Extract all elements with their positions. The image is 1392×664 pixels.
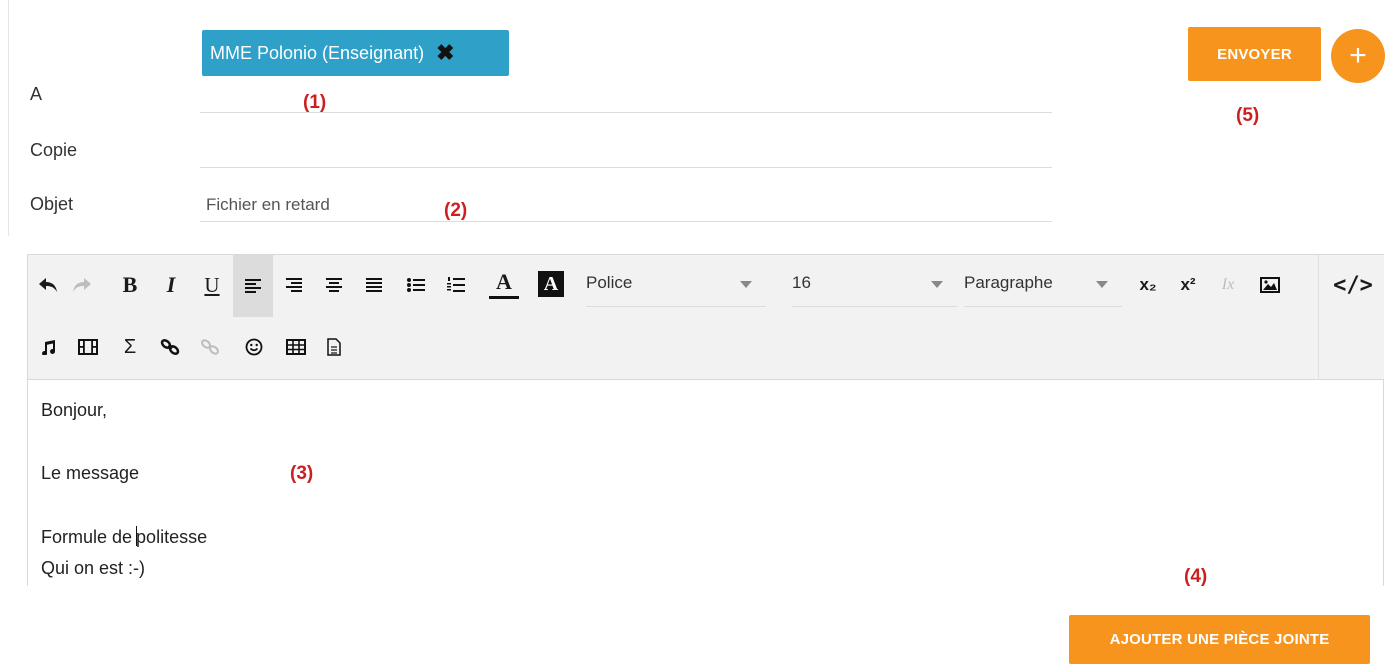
align-right-button[interactable]	[278, 267, 310, 303]
subscript-button[interactable]: x₂	[1132, 267, 1164, 303]
undo-button[interactable]	[32, 267, 64, 303]
annotation-3: (3)	[290, 463, 314, 484]
numbered-list-icon	[447, 277, 465, 292]
insert-formula-button[interactable]: Σ	[114, 329, 146, 365]
film-icon	[78, 339, 98, 355]
source-code-button[interactable]: </>	[1329, 267, 1377, 303]
music-icon	[42, 340, 56, 355]
align-justify-button[interactable]	[358, 267, 390, 303]
text-color-button[interactable]: A	[486, 265, 522, 305]
image-icon	[1260, 277, 1280, 293]
undo-icon	[39, 278, 57, 292]
align-right-icon	[286, 278, 302, 292]
bullet-list-icon	[407, 278, 425, 292]
align-center-icon	[326, 278, 342, 292]
remove-format-button[interactable]: Ix	[1212, 267, 1244, 303]
unlink-button[interactable]	[194, 329, 226, 365]
to-field[interactable]	[200, 112, 1052, 113]
insert-link-button[interactable]	[154, 329, 186, 365]
body-line-signature[interactable]: Qui on est :-)	[41, 558, 145, 579]
toolbar-divider	[28, 379, 1384, 380]
redo-icon	[73, 278, 91, 292]
body-line-closing[interactable]: Formule de politesse	[41, 526, 207, 548]
format-select-value: Paragraphe	[964, 272, 1053, 292]
italic-button[interactable]: I	[156, 267, 186, 303]
bullet-list-button[interactable]	[400, 267, 432, 303]
subject-label: Objet	[30, 194, 74, 214]
bold-button[interactable]: B	[114, 267, 146, 303]
send-button[interactable]: ENVOYER	[1188, 27, 1321, 81]
closing-text-start: Formule de	[41, 527, 138, 547]
insert-video-button[interactable]	[72, 329, 104, 365]
numbered-list-button[interactable]	[440, 267, 472, 303]
insert-image-button[interactable]	[1254, 267, 1286, 303]
recipient-chip-text: MME Polonio (Enseignant)	[210, 42, 425, 63]
link-icon	[160, 339, 180, 355]
chevron-down-icon	[1096, 281, 1108, 288]
align-justify-icon	[366, 278, 382, 292]
insert-emoji-button[interactable]	[238, 329, 270, 365]
font-size-select[interactable]: 16	[792, 259, 957, 307]
align-left-icon	[245, 279, 261, 293]
header-divider	[8, 0, 9, 236]
cc-label: Copie	[30, 140, 78, 160]
chevron-down-icon	[931, 281, 943, 288]
font-size-value: 16	[792, 272, 811, 292]
document-icon	[327, 338, 341, 356]
background-color-button[interactable]: A	[538, 271, 564, 297]
chevron-down-icon	[740, 281, 752, 288]
font-select-value: Police	[586, 272, 633, 292]
editor-toolbar: B I U A A Police 16 Paragraphe x₂ x² Ix	[28, 255, 1318, 379]
align-left-button[interactable]	[233, 255, 273, 317]
smiley-icon	[245, 338, 263, 356]
text-color-swatch	[489, 296, 519, 299]
insert-table-button[interactable]	[280, 329, 312, 365]
toolbar-source-area: </>	[1318, 255, 1384, 379]
recipient-chip[interactable]: MME Polonio (Enseignant) ✖	[202, 30, 509, 76]
add-attachment-button[interactable]: AJOUTER UNE PIÈCE JOINTE	[1069, 615, 1370, 664]
text-color-letter: A	[496, 269, 512, 294]
annotation-2: (2)	[444, 200, 468, 221]
subject-input[interactable]: Fichier en retard	[206, 195, 330, 215]
table-icon	[286, 339, 306, 355]
font-select[interactable]: Police	[586, 259, 766, 307]
annotation-4: (4)	[1184, 566, 1208, 587]
body-line-message[interactable]: Le message	[41, 463, 139, 484]
superscript-button[interactable]: x²	[1172, 267, 1204, 303]
format-select[interactable]: Paragraphe	[964, 259, 1122, 307]
cc-field[interactable]	[200, 167, 1052, 168]
add-button[interactable]: +	[1331, 29, 1385, 83]
subject-field-line	[200, 221, 1052, 222]
unlink-icon	[201, 339, 219, 355]
to-label: A	[30, 84, 43, 104]
annotation-1: (1)	[303, 92, 327, 113]
underline-button[interactable]: U	[196, 267, 228, 303]
body-line-greeting[interactable]: Bonjour,	[41, 400, 107, 421]
align-center-button[interactable]	[318, 267, 350, 303]
redo-button[interactable]	[66, 267, 98, 303]
annotation-5: (5)	[1236, 105, 1260, 126]
close-icon[interactable]: ✖	[436, 42, 454, 64]
insert-audio-button[interactable]	[32, 329, 64, 365]
insert-file-button[interactable]	[320, 329, 348, 365]
closing-text-end: politesse	[136, 527, 208, 547]
